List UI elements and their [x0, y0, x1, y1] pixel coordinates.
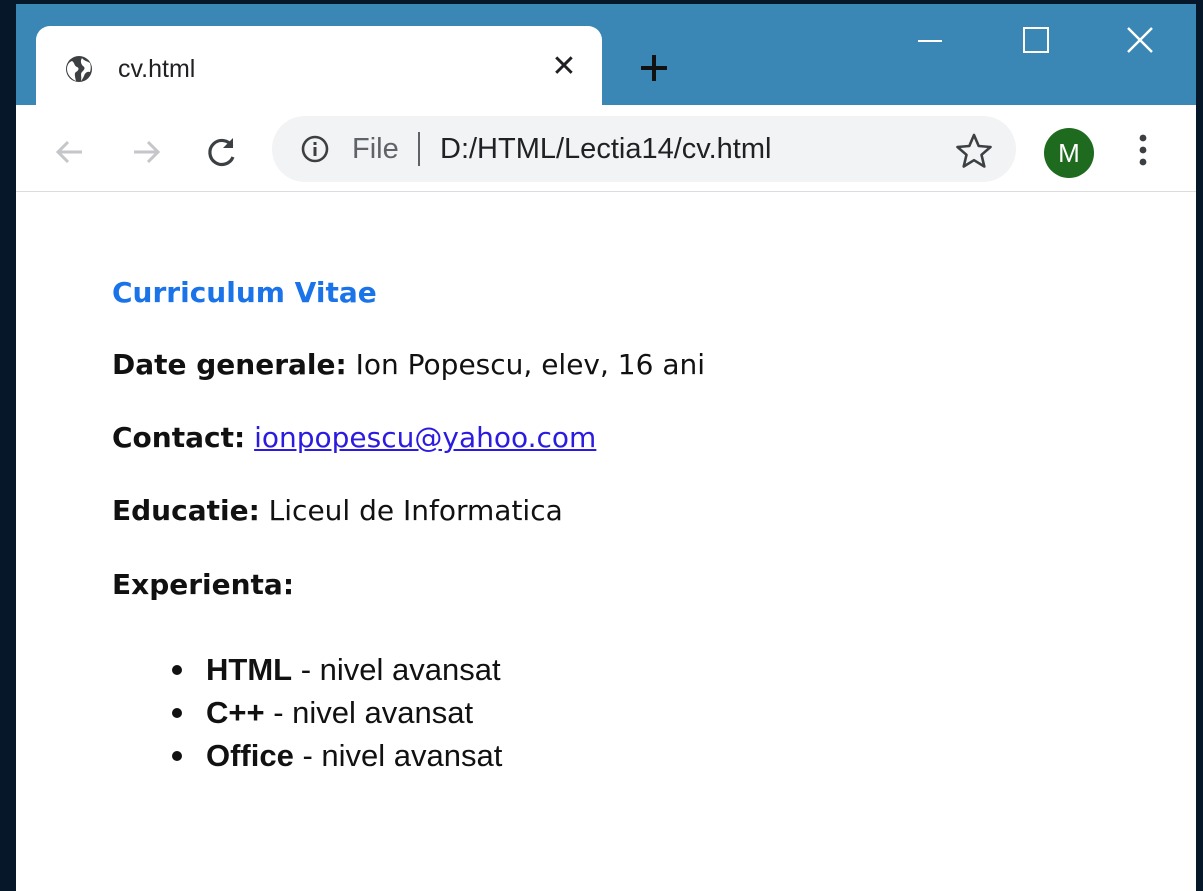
skills-list: HTML - nivel avansat C++ - nivel avansat…	[166, 648, 502, 777]
reload-icon[interactable]	[202, 132, 242, 172]
contact-row: Contact: ionpopescu@yahoo.com	[112, 421, 596, 454]
page-content: Curriculum Vitae Date generale: Ion Pope…	[16, 192, 1196, 891]
skill-name: Office	[206, 738, 294, 773]
tab-title: cv.html	[118, 55, 196, 83]
general-info-row: Date generale: Ion Popescu, elev, 16 ani	[112, 348, 705, 381]
general-info-value: Ion Popescu, elev, 16 ani	[346, 348, 706, 381]
email-link[interactable]: ionpopescu@yahoo.com	[254, 421, 596, 454]
skill-name: C++	[206, 695, 265, 730]
education-row: Educatie: Liceul de Informatica	[112, 494, 563, 527]
new-tab-plus-icon[interactable]	[634, 48, 674, 88]
browser-window: cv.html ✕ File D:/HTML/Lectia14/cv.html …	[16, 4, 1196, 891]
url-text[interactable]: D:/HTML/Lectia14/cv.html	[440, 133, 771, 166]
skill-level: - nivel avansat	[264, 695, 474, 730]
forward-arrow-icon[interactable]	[126, 132, 166, 172]
experience-label: Experienta:	[112, 568, 295, 601]
url-separator	[418, 132, 420, 166]
tab-close-icon[interactable]: ✕	[550, 52, 578, 82]
scheme-label: File	[352, 133, 399, 165]
list-item: Office - nivel avansat	[166, 734, 502, 777]
globe-icon	[66, 56, 92, 82]
list-item: C++ - nivel avansat	[166, 691, 502, 734]
experience-row: Experienta:	[112, 568, 294, 601]
back-arrow-icon[interactable]	[50, 132, 90, 172]
skill-level: - nivel avansat	[293, 738, 503, 773]
window-close-icon[interactable]	[1120, 20, 1160, 60]
skill-name: HTML	[206, 652, 293, 687]
bullet	[172, 751, 182, 761]
maximize-icon[interactable]	[1016, 20, 1056, 60]
education-label: Educatie:	[112, 494, 260, 527]
minimize-icon[interactable]	[910, 20, 950, 60]
list-item: HTML - nivel avansat	[166, 648, 502, 691]
general-info-label: Date generale:	[112, 348, 347, 381]
skill-level: - nivel avansat	[292, 652, 501, 687]
bookmark-star-icon[interactable]	[954, 132, 994, 170]
bullet	[172, 708, 182, 718]
bullet	[172, 665, 182, 675]
info-icon[interactable]	[300, 134, 330, 164]
profile-avatar[interactable]: M	[1044, 128, 1094, 178]
contact-label: Contact:	[112, 421, 246, 454]
education-value: Liceul de Informatica	[259, 494, 563, 527]
page-heading: Curriculum Vitae	[112, 276, 377, 309]
kebab-menu-icon[interactable]	[1128, 130, 1158, 170]
